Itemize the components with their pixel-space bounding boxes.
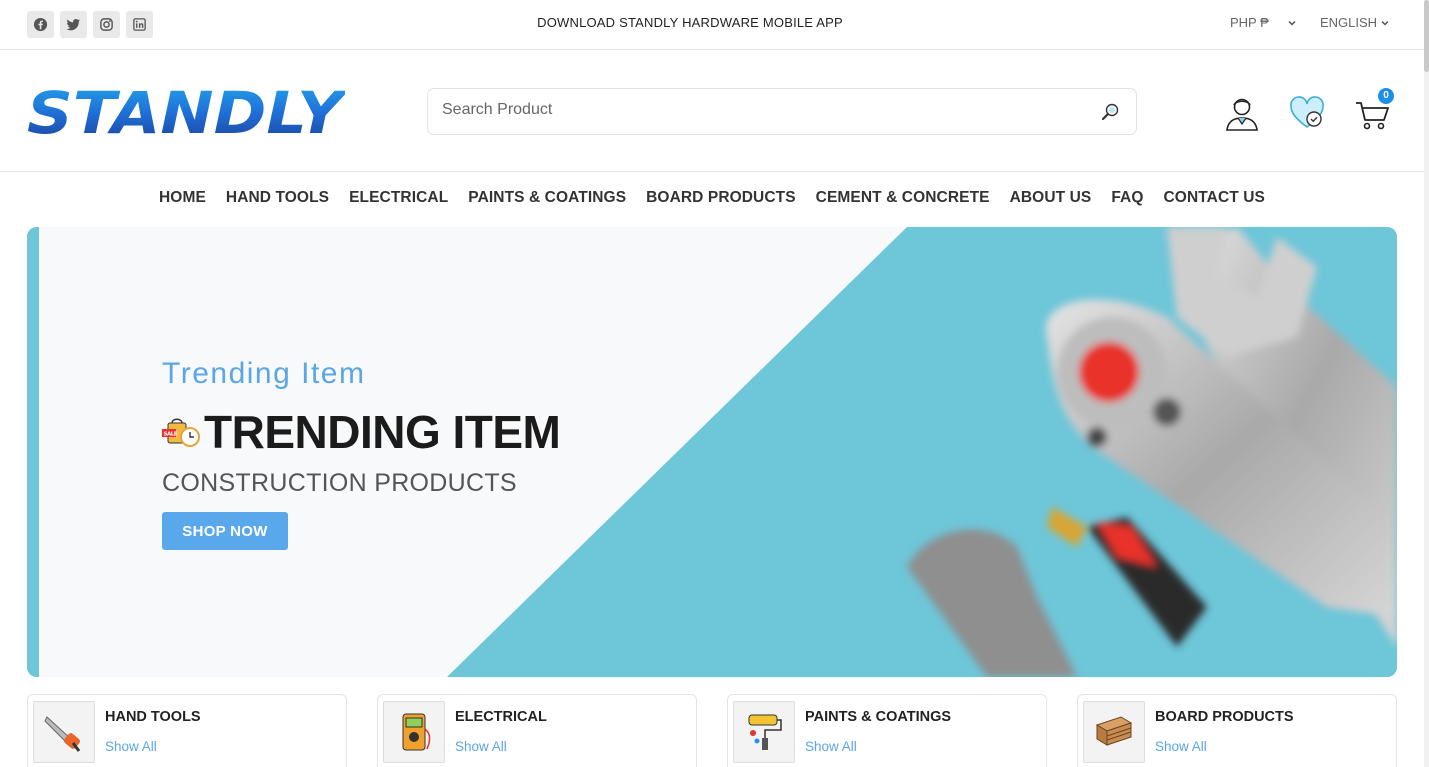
- nav-item-about-us[interactable]: ABOUT US: [1010, 189, 1092, 207]
- search-icon[interactable]: [1100, 102, 1120, 122]
- search-input[interactable]: [442, 101, 1082, 119]
- standly-logo[interactable]: STANDLY: [27, 83, 345, 139]
- search-box: [427, 88, 1137, 135]
- show-all-link[interactable]: Show All: [455, 739, 507, 754]
- nav-item-paints-coatings[interactable]: PAINTS & COATINGS: [468, 189, 626, 207]
- page-scrollbar[interactable]: [1424, 0, 1429, 767]
- category-title: HAND TOOLS: [105, 709, 201, 725]
- shop-now-button[interactable]: SHOP NOW: [162, 512, 288, 550]
- category-card-paints-coatings[interactable]: PAINTS & COATINGS Show All: [727, 694, 1047, 767]
- sale-clock-icon: SALE: [162, 418, 200, 447]
- hero-banner: Trending Item SALE TRENDING ITEM CONSTRU…: [27, 227, 1397, 677]
- top-bar: DOWNLOAD STANDLY HARDWARE MOBILE APP PHP…: [0, 0, 1424, 50]
- chevron-down-icon: [1288, 20, 1296, 26]
- wood-planks-icon: [1083, 701, 1145, 763]
- hero-title-text: TRENDING ITEM: [204, 406, 561, 458]
- category-title: BOARD PRODUCTS: [1155, 709, 1294, 725]
- language-selector[interactable]: ENGLISH: [1320, 15, 1390, 30]
- hero-description: CONSTRUCTION PRODUCTS: [162, 469, 517, 497]
- main-nav: HOME HAND TOOLS ELECTRICAL PAINTS & COAT…: [0, 189, 1424, 207]
- nav-item-cement-concrete[interactable]: CEMENT & CONCRETE: [816, 189, 990, 207]
- user-icon[interactable]: [1223, 95, 1261, 131]
- hero-title: SALE TRENDING ITEM: [160, 405, 561, 459]
- scrollbar-thumb[interactable]: [1424, 0, 1429, 72]
- currency-label: PHP ₱: [1230, 15, 1269, 30]
- paint-roller-icon: [733, 701, 795, 763]
- nav-item-faq[interactable]: FAQ: [1111, 189, 1143, 207]
- main-header: STANDLY: [0, 51, 1424, 172]
- language-label: ENGLISH: [1320, 15, 1378, 30]
- currency-selector[interactable]: PHP ₱: [1230, 15, 1297, 30]
- nav-item-hand-tools[interactable]: HAND TOOLS: [226, 189, 329, 207]
- category-card-board-products[interactable]: BOARD PRODUCTS Show All: [1077, 694, 1397, 767]
- wishlist-icon[interactable]: [1288, 95, 1326, 131]
- nav-item-home[interactable]: HOME: [159, 189, 206, 207]
- show-all-link[interactable]: Show All: [105, 739, 157, 754]
- nav-item-electrical[interactable]: ELECTRICAL: [349, 189, 448, 207]
- category-card-electrical[interactable]: ELECTRICAL Show All: [377, 694, 697, 767]
- chevron-down-icon: [1381, 20, 1389, 26]
- svg-text:SALE: SALE: [164, 432, 178, 438]
- category-title: ELECTRICAL: [455, 709, 547, 725]
- chainsaw-icon: [33, 701, 95, 763]
- category-card-hand-tools[interactable]: HAND TOOLS Show All: [27, 694, 347, 767]
- nav-item-board-products[interactable]: BOARD PRODUCTS: [646, 189, 796, 207]
- nav-item-contact-us[interactable]: CONTACT US: [1164, 189, 1265, 207]
- hero-subtitle: Trending Item: [162, 357, 366, 390]
- cart-count-badge: 0: [1378, 88, 1394, 104]
- show-all-link[interactable]: Show All: [1155, 739, 1207, 754]
- category-title: PAINTS & COATINGS: [805, 709, 952, 725]
- multimeter-icon: [383, 701, 445, 763]
- show-all-link[interactable]: Show All: [805, 739, 857, 754]
- app-download-promo[interactable]: DOWNLOAD STANDLY HARDWARE MOBILE APP: [0, 15, 1380, 30]
- logo-text: STANDLY: [27, 83, 345, 139]
